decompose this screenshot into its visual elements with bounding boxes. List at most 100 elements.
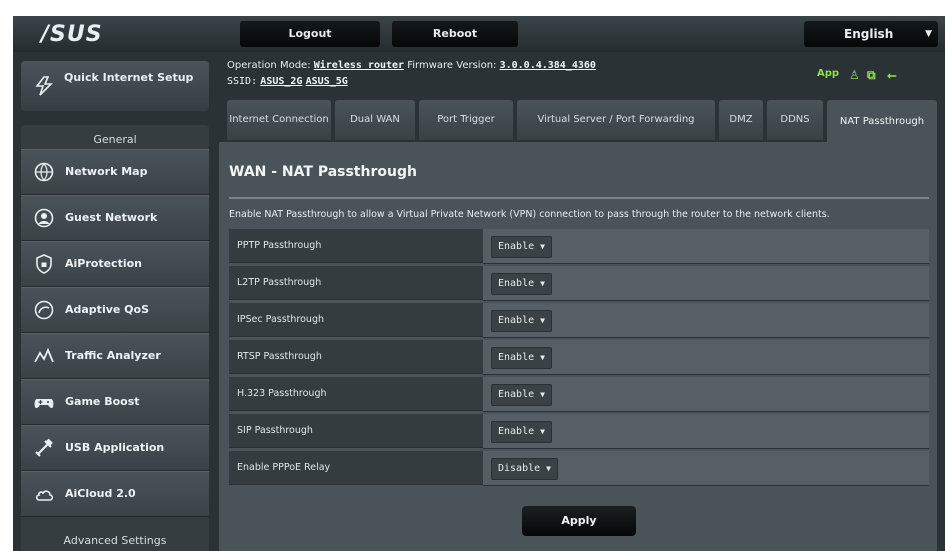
tab-dual-wan[interactable]: Dual WAN xyxy=(335,100,415,140)
quick-internet-setup-button[interactable]: Quick Internet Setup xyxy=(21,61,209,111)
select-value: Disable xyxy=(498,463,541,474)
menu-item-label: Traffic Analyzer xyxy=(65,349,161,362)
advanced-settings-heading: Advanced Settings xyxy=(21,525,209,551)
table-row: PPTP Passthrough Enable ▼ xyxy=(229,229,929,265)
shield-icon xyxy=(36,254,52,274)
tab-port-trigger[interactable]: Port Trigger xyxy=(419,100,513,140)
asus-logo: /SUS xyxy=(41,22,103,47)
menu-item-adaptive-qos[interactable]: Adaptive QoS xyxy=(21,287,209,333)
firmware-label: Firmware Version: xyxy=(407,60,497,71)
page-title: WAN - NAT Passthrough xyxy=(229,164,417,180)
chevron-down-icon: ▼ xyxy=(540,279,545,288)
chevron-down-icon: ▼ xyxy=(540,390,545,399)
setting-label: L2TP Passthrough xyxy=(229,266,483,300)
setting-value-cell: Disable ▼ xyxy=(483,451,929,486)
table-row: RTSP Passthrough Enable ▼ xyxy=(229,340,929,376)
ssid-label: SSID: xyxy=(227,76,258,87)
language-select[interactable]: English ▼ xyxy=(804,21,938,47)
setting-value-cell: Enable ▼ xyxy=(483,266,929,301)
setting-value-cell: Enable ▼ xyxy=(483,229,929,264)
menu-item-network-map[interactable]: Network Map xyxy=(21,149,209,195)
select-value: Enable xyxy=(498,389,535,400)
menu-item-game-boost[interactable]: Game Boost xyxy=(21,379,209,425)
setting-label: IPSec Passthrough xyxy=(229,303,483,337)
user-icon[interactable]: ♙ xyxy=(849,68,860,82)
operation-mode-link[interactable]: Wireless router xyxy=(314,60,404,71)
general-heading: General xyxy=(93,133,137,146)
chevron-down-icon: ▼ xyxy=(546,464,551,473)
content-panel: WAN - NAT Passthrough Enable NAT Passthr… xyxy=(219,142,937,551)
l2tp-passthrough-select[interactable]: Enable ▼ xyxy=(491,273,552,295)
apply-button[interactable]: Apply xyxy=(522,506,636,536)
qos-gauge-icon xyxy=(34,300,54,320)
menu-item-label: Network Map xyxy=(65,165,148,178)
tab-ddns[interactable]: DDNS xyxy=(767,100,823,140)
usb-status-icon[interactable]: ⭠ xyxy=(887,68,897,83)
status-icons: App ♙ ⧉ ⭠ xyxy=(817,68,897,82)
menu-item-label: USB Application xyxy=(65,441,165,454)
app-link[interactable]: App xyxy=(817,68,839,79)
setting-label: Enable PPPoE Relay xyxy=(229,451,483,485)
menu-item-label: Game Boost xyxy=(65,395,140,408)
ssid-5g-link[interactable]: ASUS_5G xyxy=(306,76,348,87)
tab-internet-connection[interactable]: Internet Connection xyxy=(227,100,331,140)
guest-network-icon xyxy=(34,208,54,228)
network-map-icon xyxy=(34,162,54,182)
select-value: Enable xyxy=(498,278,535,289)
firmware-version-link[interactable]: 3.0.0.4.384_4360 xyxy=(500,60,596,71)
tab-virtual-server[interactable]: Virtual Server / Port Forwarding xyxy=(517,100,715,140)
ssid-line: SSID: ASUS_2G ASUS_5G xyxy=(227,76,348,87)
h323-passthrough-select[interactable]: Enable ▼ xyxy=(491,384,552,406)
chevron-down-icon: ▼ xyxy=(540,353,545,362)
setting-value-cell: Enable ▼ xyxy=(483,377,929,412)
gamepad-icon xyxy=(34,399,54,409)
clients-icon[interactable]: ⧉ xyxy=(867,68,876,83)
usb-icon xyxy=(35,438,53,457)
chevron-down-icon: ▼ xyxy=(540,316,545,325)
pptp-passthrough-select[interactable]: Enable ▼ xyxy=(491,236,552,258)
chevron-down-icon: ▼ xyxy=(540,242,545,251)
title-divider xyxy=(229,197,929,199)
table-row: Enable PPPoE Relay Disable ▼ xyxy=(229,451,929,487)
menu-item-label: AiCloud 2.0 xyxy=(65,487,136,500)
sip-passthrough-select[interactable]: Enable ▼ xyxy=(491,421,552,443)
setting-value-cell: Enable ▼ xyxy=(483,414,929,449)
ipsec-passthrough-select[interactable]: Enable ▼ xyxy=(491,310,552,332)
menu-item-label: AiProtection xyxy=(65,257,142,270)
select-value: Enable xyxy=(498,315,535,326)
setting-label: H.323 Passthrough xyxy=(229,377,483,411)
menu-item-guest-network[interactable]: Guest Network xyxy=(21,195,209,241)
chevron-down-icon: ▼ xyxy=(540,427,545,436)
quick-setup-icon xyxy=(35,76,53,96)
cloud-icon xyxy=(35,490,54,501)
menu-item-usb-application[interactable]: USB Application xyxy=(21,425,209,471)
quick-internet-setup-label: Quick Internet Setup xyxy=(64,71,194,84)
router-admin-window: /SUS Logout Reboot English ▼ Quick Inter… xyxy=(13,16,945,551)
logout-button[interactable]: Logout xyxy=(240,21,380,47)
tab-nat-passthrough[interactable]: NAT Passthrough xyxy=(827,100,937,144)
select-value: Enable xyxy=(498,426,535,437)
setting-value-cell: Enable ▼ xyxy=(483,303,929,338)
setting-label: PPTP Passthrough xyxy=(229,229,483,263)
table-row: L2TP Passthrough Enable ▼ xyxy=(229,266,929,302)
table-row: SIP Passthrough Enable ▼ xyxy=(229,414,929,450)
setting-label: SIP Passthrough xyxy=(229,414,483,448)
reboot-button[interactable]: Reboot xyxy=(392,21,518,47)
setting-label: RTSP Passthrough xyxy=(229,340,483,374)
tab-dmz[interactable]: DMZ xyxy=(719,100,763,140)
operation-mode-line: Operation Mode: Wireless router Firmware… xyxy=(227,60,596,71)
menu-item-aiprotection[interactable]: AiProtection xyxy=(21,241,209,287)
menu-item-label: Adaptive QoS xyxy=(65,303,150,316)
ssid-2g-link[interactable]: ASUS_2G xyxy=(260,76,302,87)
select-value: Enable xyxy=(498,241,535,252)
table-row: H.323 Passthrough Enable ▼ xyxy=(229,377,929,413)
menu-item-aicloud[interactable]: AiCloud 2.0 xyxy=(21,471,209,517)
traffic-analyzer-icon xyxy=(34,347,54,363)
rtsp-passthrough-select[interactable]: Enable ▼ xyxy=(491,347,552,369)
general-section: General Network Map Guest Network AiProt… xyxy=(21,125,209,545)
menu-item-traffic-analyzer[interactable]: Traffic Analyzer xyxy=(21,333,209,379)
pppoe-relay-select[interactable]: Disable ▼ xyxy=(491,458,558,480)
language-label: English xyxy=(844,27,894,41)
chevron-down-icon: ▼ xyxy=(925,29,932,39)
top-bar: /SUS Logout Reboot English ▼ xyxy=(13,16,945,52)
